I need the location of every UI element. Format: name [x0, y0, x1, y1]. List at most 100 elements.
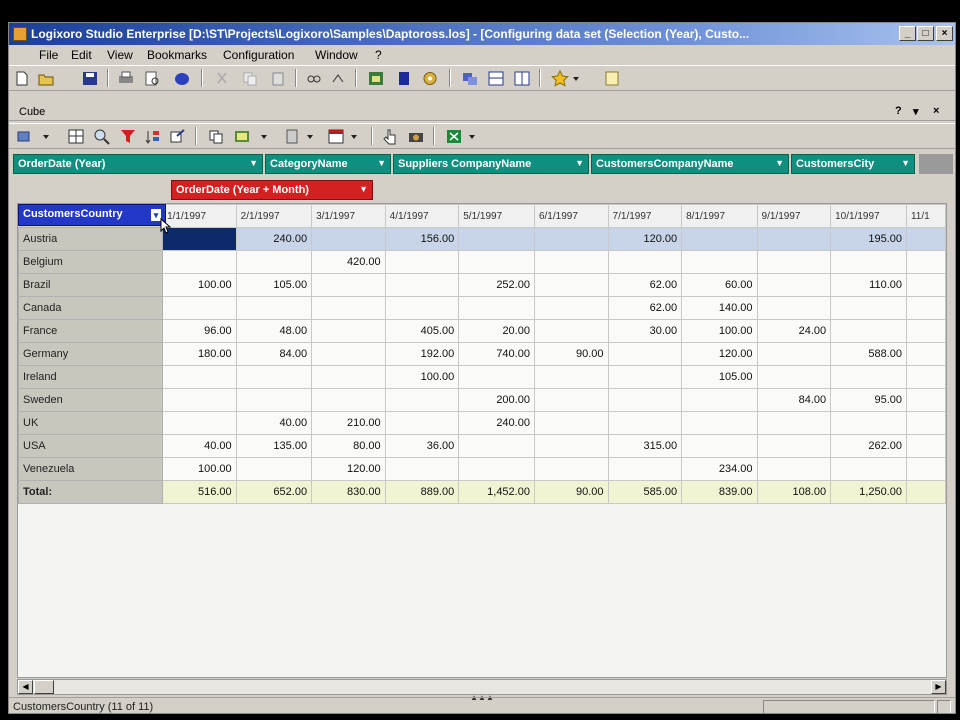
data-cell[interactable]: 240.00 — [458, 411, 535, 435]
data-cell[interactable] — [235, 365, 313, 389]
data-cell[interactable] — [607, 342, 683, 366]
data-cell[interactable]: 200.00 — [458, 388, 535, 412]
data-cell[interactable] — [905, 273, 946, 297]
data-cell[interactable]: 156.00 — [384, 227, 460, 251]
data-cell[interactable] — [533, 365, 609, 389]
column-header[interactable]: 3/1/1997 — [311, 204, 386, 228]
data-cell[interactable] — [458, 227, 535, 251]
data-cell[interactable] — [162, 411, 237, 435]
camera-icon[interactable] — [407, 128, 425, 145]
data-cell[interactable]: 100.00 — [384, 365, 460, 389]
data-cell[interactable] — [756, 342, 832, 366]
data-cell[interactable] — [235, 296, 313, 320]
table-row[interactable]: Belgium 420.00 — [18, 250, 946, 274]
data-cell[interactable]: 1,452.00 — [458, 480, 535, 504]
field-customerscity[interactable]: CustomersCity ▼ — [791, 154, 915, 174]
chevron-down-icon[interactable]: ▼ — [575, 158, 584, 168]
data-cell[interactable]: 100.00 — [681, 319, 758, 343]
data-cell[interactable] — [458, 365, 535, 389]
column-header[interactable]: 2/1/1997 — [235, 204, 313, 228]
data-cell[interactable]: 420.00 — [311, 250, 386, 274]
paste-icon[interactable] — [269, 70, 287, 87]
data-cell[interactable]: 120.00 — [311, 457, 386, 481]
data-cell[interactable] — [756, 227, 832, 251]
row-header[interactable]: Germany — [18, 342, 164, 366]
data-cell[interactable] — [756, 411, 832, 435]
data-cell[interactable]: 84.00 — [756, 388, 832, 412]
data-cell[interactable]: 100.00 — [162, 273, 237, 297]
column-header[interactable]: 4/1/1997 — [384, 204, 460, 228]
data-cell[interactable] — [162, 296, 237, 320]
total-row[interactable]: Total: 516.00 652.00 830.00 889.00 1,452.00 90… — [18, 480, 946, 504]
column-header[interactable]: 9/1/1997 — [756, 204, 832, 228]
data-cell[interactable] — [607, 457, 683, 481]
data-cell[interactable]: 234.00 — [681, 457, 758, 481]
data-cell[interactable] — [384, 250, 460, 274]
minimize-button[interactable]: _ — [899, 26, 916, 41]
data-cell[interactable]: 262.00 — [830, 434, 907, 458]
table-row[interactable]: Canada 62.00 140.00 — [18, 296, 946, 320]
field-orderdate-year[interactable]: OrderDate (Year) ▼ — [13, 154, 263, 174]
data-cell[interactable]: 40.00 — [235, 411, 313, 435]
column-header[interactable]: 8/1/1997 — [681, 204, 758, 228]
sort-icon[interactable] — [329, 70, 347, 87]
help-icon[interactable] — [603, 70, 621, 87]
grid-icon[interactable] — [67, 128, 85, 145]
data-cell[interactable] — [756, 434, 832, 458]
dropdown-arrow-icon[interactable] — [305, 128, 315, 145]
data-cell[interactable] — [533, 296, 609, 320]
data-cell[interactable] — [756, 273, 832, 297]
field-suppliers-companyname[interactable]: Suppliers CompanyName ▼ — [393, 154, 589, 174]
chevron-down-icon[interactable]: ▼ — [901, 158, 910, 168]
table-row[interactable]: Brazil 100.00 105.00 252.00 62.00 60.00 110.00 — [18, 273, 946, 297]
field-orderdate-year-month[interactable]: OrderDate (Year + Month) ▼ — [171, 180, 373, 200]
data-cell[interactable] — [681, 434, 758, 458]
chart-wizard-icon[interactable] — [283, 128, 301, 145]
data-cell[interactable]: 100.00 — [162, 457, 237, 481]
data-cell[interactable] — [311, 273, 386, 297]
dropdown-arrow-icon[interactable] — [467, 128, 477, 145]
data-cell[interactable] — [756, 457, 832, 481]
data-cell[interactable]: 62.00 — [607, 273, 683, 297]
data-cell[interactable]: 96.00 — [162, 319, 237, 343]
data-cell[interactable] — [830, 296, 907, 320]
data-cell[interactable] — [607, 250, 683, 274]
data-cell[interactable]: 252.00 — [458, 273, 535, 297]
layout-icon[interactable] — [327, 128, 345, 145]
data-cell[interactable]: 80.00 — [311, 434, 386, 458]
scroll-thumb[interactable] — [34, 680, 54, 694]
row-header[interactable]: Sweden — [18, 388, 164, 412]
data-cell[interactable] — [162, 365, 237, 389]
dropdown-arrow-icon[interactable] — [259, 128, 269, 145]
export-icon[interactable] — [169, 128, 187, 145]
data-cell[interactable] — [384, 296, 460, 320]
sort-az-icon[interactable] — [143, 128, 161, 145]
data-cell[interactable] — [905, 250, 946, 274]
row-header[interactable]: Canada — [18, 296, 164, 320]
data-cell[interactable]: 105.00 — [235, 273, 313, 297]
data-cell[interactable] — [311, 342, 386, 366]
data-cell[interactable] — [533, 250, 609, 274]
data-cell[interactable] — [235, 457, 313, 481]
data-cell[interactable] — [162, 227, 237, 251]
menu-edit[interactable]: Edit — [71, 48, 92, 62]
data-cell[interactable] — [756, 250, 832, 274]
open-folder-icon[interactable] — [37, 70, 55, 87]
data-cell[interactable] — [458, 434, 535, 458]
data-cell[interactable] — [905, 434, 946, 458]
data-cell[interactable] — [458, 296, 535, 320]
database-icon[interactable] — [173, 70, 191, 87]
data-cell[interactable] — [830, 411, 907, 435]
favorite-star-icon[interactable] — [551, 70, 569, 87]
chevron-down-icon[interactable]: ▼ — [775, 158, 784, 168]
data-cell[interactable] — [905, 227, 946, 251]
column-header[interactable]: 7/1/1997 — [607, 204, 683, 228]
data-cell[interactable] — [905, 480, 946, 504]
data-cell[interactable] — [830, 457, 907, 481]
data-cell[interactable] — [905, 457, 946, 481]
panel-help-button[interactable]: ? — [895, 105, 902, 117]
table-row[interactable]: Sweden 200.00 84.00 95.00 — [18, 388, 946, 412]
row-header[interactable]: Austria — [18, 227, 164, 251]
maximize-button[interactable]: □ — [917, 26, 934, 41]
data-cell[interactable] — [905, 365, 946, 389]
